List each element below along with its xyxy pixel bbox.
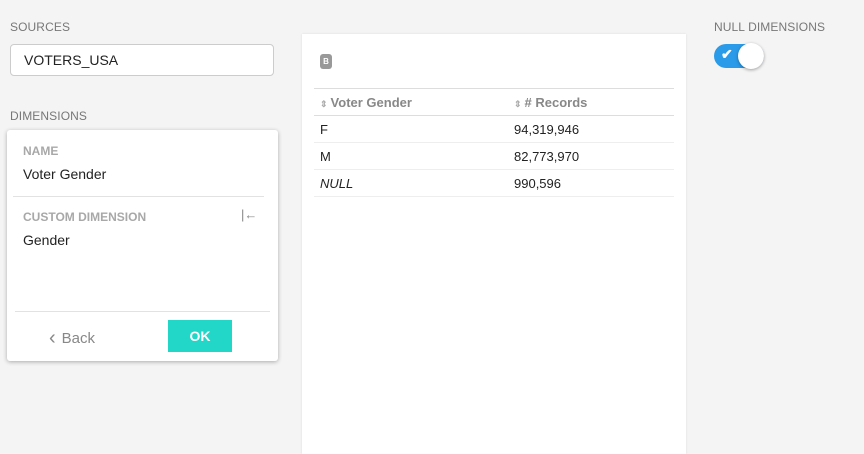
custom-dimension-value[interactable]: Gender [23, 232, 70, 248]
header-label: Voter Gender [330, 94, 412, 110]
sources-label: SOURCES [10, 20, 71, 34]
table-row: M 82,773,970 [314, 142, 674, 170]
back-label: Back [61, 330, 96, 347]
dimension-editor-card: NAME Voter Gender CUSTOM DIMENSION |← Ge… [7, 130, 278, 361]
null-dimensions-toggle[interactable]: ✔ [714, 43, 764, 69]
database-icon[interactable]: B [320, 54, 332, 69]
preview-panel: B ⇕ Voter Gender ⇕ # Records F 94,319,946 M… [302, 34, 686, 454]
cell-gender: F [314, 115, 508, 143]
sort-icon: ⇕ [514, 98, 522, 109]
ok-button[interactable]: OK [168, 320, 232, 352]
collapse-icon[interactable]: |← [241, 207, 257, 222]
custom-dimension-label: CUSTOM DIMENSION [23, 210, 147, 224]
check-icon: ✔ [721, 46, 733, 62]
table-row: NULL 990,596 [314, 169, 674, 197]
table-row: F 94,319,946 [314, 115, 674, 143]
column-header-voter-gender[interactable]: ⇕ Voter Gender [314, 88, 508, 116]
column-header-records[interactable]: ⇕ # Records [508, 88, 674, 116]
chevron-left-icon: ‹ [49, 327, 56, 349]
cell-gender: M [314, 142, 508, 170]
sources-input[interactable] [10, 44, 274, 76]
divider [13, 196, 264, 197]
cell-records: 990,596 [508, 169, 674, 197]
back-button[interactable]: ‹ Back [49, 327, 95, 350]
preview-table: ⇕ Voter Gender ⇕ # Records F 94,319,946 M 82… [314, 88, 674, 197]
header-label: # Records [524, 94, 588, 110]
dimensions-label: DIMENSIONS [10, 109, 88, 123]
cell-records: 94,319,946 [508, 115, 674, 143]
toggle-knob [738, 43, 764, 69]
null-dimensions-label: NULL DIMENSIONS [714, 20, 826, 34]
sort-icon: ⇕ [320, 98, 328, 109]
cell-records: 82,773,970 [508, 142, 674, 170]
divider [15, 311, 270, 312]
cell-gender: NULL [314, 169, 508, 197]
name-value[interactable]: Voter Gender [23, 166, 106, 182]
name-label: NAME [23, 144, 59, 158]
